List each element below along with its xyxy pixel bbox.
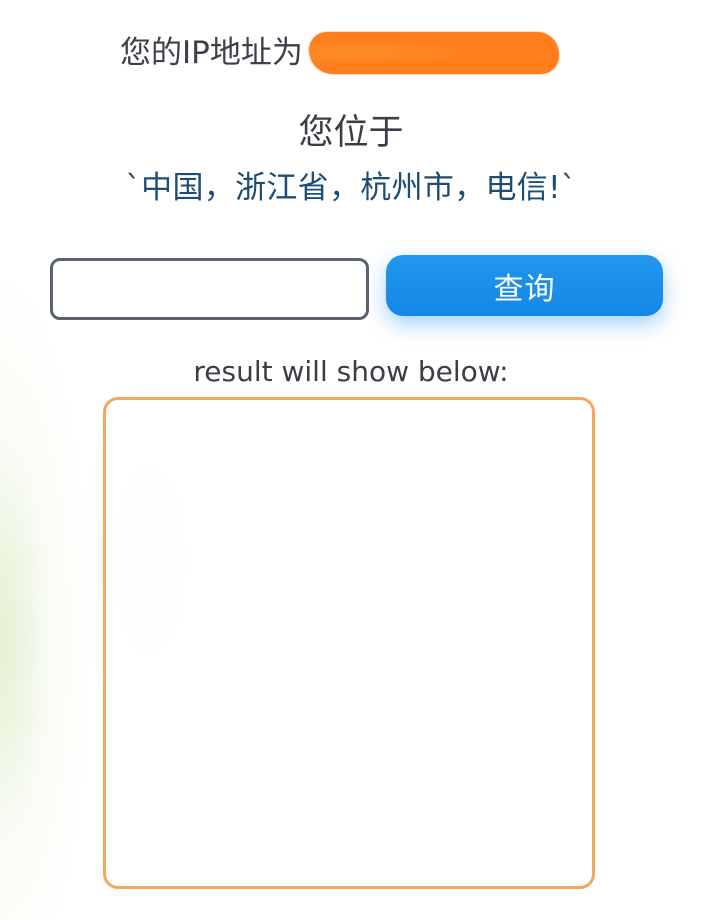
- ip-address-redaction: [308, 32, 559, 74]
- search-input[interactable]: [50, 258, 369, 320]
- result-label: result will show below:: [193, 355, 509, 388]
- ip-address-line: 您的IP地址为: [120, 30, 559, 76]
- ip-address-label: 您的IP地址为: [120, 34, 303, 71]
- query-button[interactable]: 查询: [386, 255, 663, 316]
- result-box: [103, 397, 595, 889]
- location-value: `中国，浙江省，杭州市，电信!`: [125, 170, 577, 206]
- location-heading: 您位于: [298, 113, 404, 153]
